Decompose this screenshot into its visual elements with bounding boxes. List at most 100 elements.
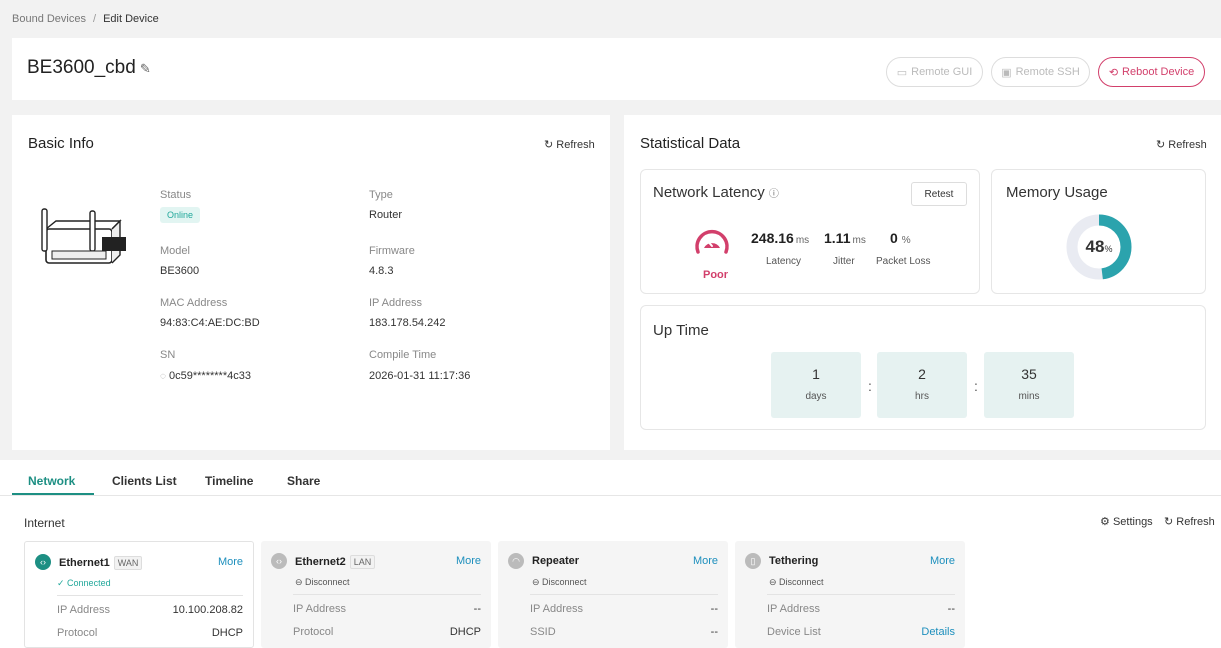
breadcrumb: Bound Devices / Edit Device <box>0 0 1221 38</box>
uptime-days-label: days <box>805 391 827 402</box>
ethernet2-ip-value: -- <box>473 603 481 615</box>
memory-usage-unit: % <box>1104 244 1113 254</box>
repeater-status: ⊖ Disconnect <box>532 577 587 587</box>
repeater-name: Repeater <box>532 555 580 567</box>
ethernet2-card: ‹› Ethernet2 LAN More ⊖ Disconnect IP Add… <box>261 541 491 648</box>
uptime-days-box: 1 days <box>771 352 861 418</box>
divider <box>767 594 955 595</box>
tab-network[interactable]: Network <box>28 474 75 488</box>
internet-settings-button[interactable]: ⚙ Settings <box>1100 515 1153 528</box>
internet-refresh-label: Refresh <box>1176 516 1215 528</box>
ethernet2-more-link[interactable]: More <box>456 555 481 567</box>
tethering-device-list-row: Device List Details <box>767 626 955 638</box>
uptime-hours-box: 2 hrs <box>877 352 967 418</box>
breadcrumb-parent[interactable]: Bound Devices <box>12 13 86 25</box>
tab-clients-list[interactable]: Clients List <box>112 474 177 488</box>
firmware-label: Firmware <box>369 245 415 257</box>
info-icon[interactable]: ⓘ <box>769 189 779 200</box>
repeater-ssid-row: SSID -- <box>530 626 718 638</box>
speedometer-icon <box>695 229 729 254</box>
status-badge: Online <box>160 207 201 223</box>
ip-value: 183.178.54.242 <box>369 317 446 329</box>
refresh-icon: ↻ <box>1156 139 1166 151</box>
latency-number: 248.16 <box>751 230 794 246</box>
uptime-hours-label: hrs <box>915 391 929 402</box>
divider <box>530 594 718 595</box>
model-label: Model <box>160 245 190 257</box>
compile-time-label: Compile Time <box>369 349 437 361</box>
ethernet2-ip-label: IP Address <box>293 603 346 615</box>
reboot-device-button[interactable]: ⟲ Reboot Device <box>1098 57 1205 87</box>
memory-usage-value: 48% <box>1064 237 1134 257</box>
jitter-unit: ms <box>852 235 866 246</box>
network-latency-title-text: Network Latency <box>653 184 765 201</box>
terminal-icon: ▣ <box>1001 66 1012 79</box>
retest-button[interactable]: Retest <box>911 182 967 206</box>
mac-label: MAC Address <box>160 297 228 309</box>
tethering-details-link[interactable]: Details <box>921 626 955 638</box>
sn-label: SN <box>160 349 176 361</box>
repeater-more-link[interactable]: More <box>693 555 718 567</box>
latency-label: Latency <box>766 256 802 267</box>
ethernet1-ip-row: IP Address 10.100.208.82 <box>57 604 243 616</box>
page-title: BE3600_cbd ✎ <box>27 57 151 79</box>
tab-share[interactable]: Share <box>287 474 320 488</box>
firmware-value: 4.8.3 <box>369 265 394 277</box>
ethernet2-name-text: Ethernet2 <box>295 556 346 568</box>
internet-refresh-button[interactable]: ↻ Refresh <box>1164 515 1215 528</box>
status-label: Status <box>160 189 192 201</box>
packet-loss-number: 0 <box>890 230 898 246</box>
ethernet1-protocol-row: Protocol DHCP <box>57 627 243 639</box>
ethernet-icon: ‹› <box>271 553 287 569</box>
tethering-status: ⊖ Disconnect <box>769 577 824 587</box>
jitter-number: 1.11 <box>824 230 851 246</box>
uptime-colon: : <box>974 378 978 394</box>
remote-gui-label: Remote GUI <box>911 66 973 78</box>
uptime-days-value: 1 <box>812 366 820 382</box>
eye-off-icon[interactable]: ◌ <box>160 371 166 382</box>
latency-value: 248.16 ms <box>751 230 809 246</box>
statistical-data-panel: Statistical Data ↻ Refresh Network Laten… <box>624 115 1221 450</box>
memory-usage-card: Memory Usage 48% <box>991 169 1206 294</box>
tethering-ip-row: IP Address -- <box>767 603 955 615</box>
uptime-minutes-label: mins <box>1018 391 1040 402</box>
basic-info-title: Basic Info <box>28 135 94 152</box>
model-value: BE3600 <box>160 265 200 277</box>
remote-gui-button[interactable]: ▭ Remote GUI <box>886 57 983 87</box>
tethering-card: ▯ Tethering More ⊖ Disconnect IP Address… <box>735 541 965 648</box>
ethernet1-more-link[interactable]: More <box>218 556 243 568</box>
jitter-label: Jitter <box>833 256 855 267</box>
ethernet1-tag: WAN <box>113 556 143 570</box>
device-name: BE3600_cbd <box>27 57 136 78</box>
refresh-label: Refresh <box>1168 139 1207 151</box>
basic-info-refresh-button[interactable]: ↻ Refresh <box>544 138 595 151</box>
tethering-ip-label: IP Address <box>767 603 820 615</box>
reboot-icon: ⟲ <box>1108 66 1119 79</box>
remote-ssh-button[interactable]: ▣ Remote SSH <box>991 57 1090 87</box>
ethernet2-ip-row: IP Address -- <box>293 603 481 615</box>
tethering-more-link[interactable]: More <box>930 555 955 567</box>
ethernet2-tag: LAN <box>349 555 376 569</box>
internet-settings-label: Settings <box>1112 516 1153 528</box>
tab-timeline[interactable]: Timeline <box>205 474 253 488</box>
stats-refresh-button[interactable]: ↻ Refresh <box>1156 138 1207 151</box>
repeater-ip-label: IP Address <box>530 603 583 615</box>
ethernet2-protocol-row: Protocol DHCP <box>293 626 481 638</box>
divider <box>57 595 243 596</box>
ethernet1-ip-value: 10.100.208.82 <box>172 604 243 616</box>
packet-loss-value: 0% <box>890 230 911 246</box>
divider <box>293 594 481 595</box>
pencil-icon[interactable]: ✎ <box>140 61 151 76</box>
packet-loss-unit: % <box>901 235 911 246</box>
network-latency-title: Network Latency ⓘ <box>653 184 779 201</box>
remote-ssh-label: Remote SSH <box>1015 66 1080 78</box>
ethernet1-protocol-label: Protocol <box>57 627 98 639</box>
statistical-data-title: Statistical Data <box>640 135 741 152</box>
phone-icon: ▯ <box>745 553 761 569</box>
up-time-card: Up Time 1 days : 2 hrs : 35 mins <box>640 305 1206 430</box>
breadcrumb-separator: / <box>93 13 97 25</box>
uptime-minutes-value: 35 <box>1021 366 1037 382</box>
compile-time-value: 2026-01-31 11:17:36 <box>369 370 471 382</box>
uptime-hours-value: 2 <box>918 366 926 382</box>
ethernet1-card: ‹› Ethernet1 WAN More ✓ Connected IP Addr… <box>24 541 254 648</box>
